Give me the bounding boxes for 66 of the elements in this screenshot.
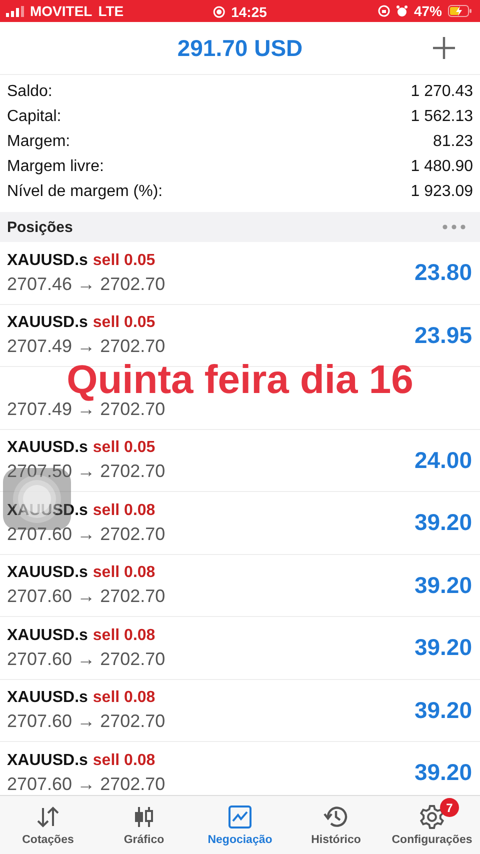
position-side: sell 0.08 [92,502,156,521]
tab-item[interactable]: Gráfico [96,796,192,854]
position-profit: 39.20 [414,509,472,536]
position-profit: 23.80 [414,259,472,286]
summary-value: 1 562.13 [410,108,473,126]
position-symbol: XAUUSD.s [7,252,88,271]
position-symbol: XAUUSD.s [7,689,88,708]
balance-title: 291.70 USD [177,34,303,62]
position-profit: 24.00 [414,446,472,474]
summary-label: Capital: [7,108,62,126]
line-chart-icon [228,805,252,829]
position-prices: 2707.46 → 2702.70 [7,274,166,294]
position-prices: 2707.60 → 2702.70 [7,712,166,732]
position-prices: 2707.60 → 2702.70 [7,650,166,669]
network-type: LTE [98,3,124,19]
clock-time: 14:25 [231,4,267,20]
position-symbol: XAUUSD.s [7,314,88,334]
position-profit: 39.20 [414,759,472,786]
summary-value: 1 923.09 [410,182,473,200]
summary-value: 81.23 [432,132,473,150]
position-symbol: XAUUSD.s [7,626,88,646]
position-side: sell 0.08 [92,564,156,584]
more-icon[interactable] [442,224,466,230]
position-side: sell 0.08 [92,626,156,646]
summary-label: Saldo: [7,82,52,100]
position-symbol: XAUUSD.s [7,502,88,521]
settings-icon [419,804,445,830]
position-profit: 39.20 [414,572,472,599]
position-profit: 39.20 [414,696,472,724]
summary-label: Margem: [7,132,70,150]
tab-item[interactable]: 7 Configurações [384,796,480,854]
position-prices: 2707.49 → 2702.70 [7,337,166,356]
position-profit: 39.20 [414,634,472,662]
history-icon [323,804,349,830]
summary-label: Margem livre: [7,158,104,176]
battery-percent: 47% [414,3,442,19]
plus-icon[interactable] [432,36,456,60]
position-profit: 23.95 [414,322,472,349]
record-icon [213,6,226,18]
summary-value: 1 480.90 [410,158,473,176]
position-prices: 2707.60 → 2702.70 [7,587,166,606]
position-prices: 2707.49 → 2702.70 [7,400,166,419]
summary-label: Nível de margem (%): [7,182,163,200]
position-prices: 2707.60 → 2702.70 [7,524,166,544]
position-prices: 2707.60 → 2702.70 [7,774,166,794]
candlestick-icon [133,805,155,829]
position-side: sell 0.05 [92,252,156,271]
tab-item[interactable]: Cotações [0,796,96,854]
carrier-name: MOVITEL [30,3,92,19]
battery-icon [448,5,472,17]
signal-icon [6,6,24,16]
position-side: sell 0.05 [92,314,156,334]
position-side: sell 0.08 [92,752,156,771]
tab-item[interactable]: Negociação [192,796,288,854]
position-side: sell 0.08 [92,689,156,708]
position-symbol: XAUUSD.s [7,564,88,584]
alarm-icon [396,5,408,17]
up-down-arrows-icon [35,805,61,829]
tab-item[interactable]: Histórico [288,796,384,854]
position-symbol: XAUUSD.s [7,439,88,458]
notification-badge: 7 [440,798,459,817]
position-symbol: XAUUSD.s [7,752,88,771]
summary-value: 1 270.43 [410,82,473,100]
rotation-lock-icon [378,5,390,17]
section-title: Posições [7,218,73,236]
position-side: sell 0.05 [92,439,156,458]
